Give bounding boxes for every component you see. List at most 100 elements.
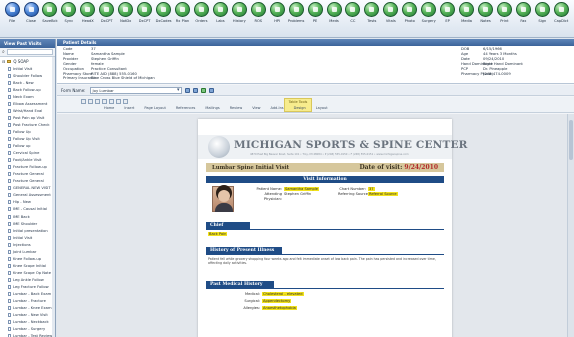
visit-list-item[interactable]: Lumbar - Surgery — [8, 326, 55, 333]
left-scrollbar[interactable] — [52, 57, 55, 337]
toolbar-button-21[interactable]: Photo — [401, 2, 419, 36]
visit-list-item[interactable]: Initial Visit — [8, 65, 55, 72]
visit-list-item[interactable]: Lumbar - Test Review — [8, 333, 55, 337]
sign-icon[interactable] — [534, 2, 550, 17]
photo-icon[interactable] — [402, 2, 418, 17]
note-icon[interactable] — [118, 2, 134, 17]
toolbar-button-17[interactable]: Meds — [325, 2, 343, 36]
toolbar-button-27[interactable]: Fax — [514, 2, 532, 36]
editor-tab[interactable]: Review — [230, 106, 243, 110]
problems-icon[interactable] — [288, 2, 304, 17]
visit-list-item[interactable]: Leg Ankle Follow — [8, 276, 55, 283]
editor-tab[interactable]: References — [176, 106, 195, 110]
vitals-icon[interactable] — [383, 2, 399, 17]
visit-list-item[interactable]: IME Shoulder — [8, 220, 55, 227]
toolbar-button-12[interactable]: History — [230, 2, 248, 36]
orders-icon[interactable] — [193, 2, 209, 17]
chart-number-value[interactable]: 37 — [368, 187, 375, 191]
visit-list-item[interactable]: Cervical Spine — [8, 150, 55, 157]
toolbar-button-24[interactable]: Media — [458, 2, 476, 36]
form-name-select[interactable]: Joy Lumbar — [89, 86, 182, 94]
visit-list-item[interactable]: Fracture Follow-up — [8, 164, 55, 171]
toolbar-button-19[interactable]: Tests — [363, 2, 381, 36]
visit-list-item[interactable]: Back Follow-up — [8, 86, 55, 93]
paste-icon[interactable] — [123, 99, 128, 104]
toolbar-button-20[interactable]: Vitals — [382, 2, 400, 36]
visit-list-item[interactable]: Shoulder Follow — [8, 72, 55, 79]
visit-list-item[interactable]: Knee Scope Initial — [8, 262, 55, 269]
toolbar-button-3[interactable]: Sync — [60, 2, 78, 36]
patient-name-value[interactable]: Samantha Sample — [284, 187, 319, 191]
editor-tab[interactable]: Insert — [124, 106, 134, 110]
allergies-value[interactable]: Anaesthetophobia — [262, 306, 297, 310]
tests-icon[interactable] — [364, 2, 380, 17]
editor-tab[interactable]: Mailings — [205, 106, 219, 110]
save-icon[interactable] — [81, 99, 86, 104]
attending-value[interactable]: Stephen Griffin — [284, 192, 311, 196]
visit-list-item[interactable]: Knee Scope Op Note — [8, 269, 55, 276]
collapse-icon[interactable]: ⊟ — [2, 59, 5, 64]
close-icon[interactable] — [23, 2, 39, 17]
toolbar-button-26[interactable]: Print — [495, 2, 513, 36]
cut-icon[interactable] — [109, 99, 114, 104]
surgical-value[interactable]: Appendectomy — [262, 299, 292, 303]
visit-list-item[interactable]: IME Back — [8, 213, 55, 220]
codes-icon[interactable] — [156, 2, 172, 17]
editor-tab[interactable]: Design — [294, 106, 306, 110]
copy-icon[interactable] — [116, 99, 121, 104]
visit-list-item[interactable]: Hip - New — [8, 199, 55, 206]
toolbar-button-9[interactable]: Rx Plan — [173, 2, 191, 36]
visit-list-item[interactable]: Injections — [8, 241, 55, 248]
editor-tab[interactable]: Layout — [316, 106, 328, 110]
search-input[interactable] — [6, 49, 53, 55]
save-back-icon[interactable] — [42, 2, 58, 17]
visit-list-item[interactable]: Follow up — [8, 143, 55, 150]
toolbar-button-0[interactable]: File — [3, 2, 21, 36]
toolbar-button-15[interactable]: Problems — [287, 2, 305, 36]
visit-list-item[interactable]: Post Fracture Check — [8, 121, 55, 128]
visit-list-item[interactable]: Initial Visit — [8, 234, 55, 241]
toolbar-button-10[interactable]: Orders — [192, 2, 210, 36]
visit-list-item[interactable]: Leg Fracture Follow — [8, 283, 55, 290]
file-icon[interactable] — [4, 2, 20, 17]
toolbar-button-6[interactable]: NotDx — [117, 2, 135, 36]
visit-list-item[interactable]: GENERAL NEW VISIT — [8, 185, 55, 192]
visit-list-item[interactable]: Fracture General — [8, 178, 55, 185]
hpi-icon[interactable] — [269, 2, 285, 17]
visit-list-item[interactable]: Joint Lumbar — [8, 248, 55, 255]
labs-icon[interactable] — [212, 2, 228, 17]
search-icon[interactable]: ⌕ — [2, 49, 5, 55]
toolbar-button-29[interactable]: CapDict — [552, 2, 570, 36]
print-icon[interactable] — [88, 99, 93, 104]
visit-list-item[interactable]: IME - Causal Initial — [8, 206, 55, 213]
hpi-text[interactable]: Patient fell while grocery shopping four… — [208, 257, 440, 265]
past-visits-search[interactable]: ⌕ — [0, 48, 55, 57]
redo-icon[interactable] — [102, 99, 107, 104]
sync-icon[interactable] — [61, 2, 77, 17]
toolbar-button-2[interactable]: SaveBck — [41, 2, 59, 36]
chief-complaint-text[interactable]: Back Pain — [208, 232, 228, 236]
toolbar-button-23[interactable]: EP — [439, 2, 457, 36]
editor-tab[interactable]: Home — [104, 106, 114, 110]
visit-list-item[interactable]: Wrist/Hand Eval — [8, 107, 55, 114]
visit-list-item[interactable]: Neck Exam — [8, 93, 55, 100]
dx-icon[interactable] — [99, 2, 115, 17]
notes-icon[interactable] — [478, 2, 493, 17]
settings-icon[interactable] — [208, 87, 214, 93]
visit-list-item[interactable]: General Assessment — [8, 192, 55, 199]
ros-icon[interactable] — [250, 2, 266, 17]
visit-list-item[interactable]: Initial presentation — [8, 227, 55, 234]
visit-list-item[interactable]: Post Pain op Visit — [8, 114, 55, 121]
visit-list-item[interactable]: Lumbar - Fracture — [8, 298, 55, 305]
cc-icon[interactable] — [345, 2, 361, 17]
pe-icon[interactable] — [307, 2, 323, 17]
media-icon[interactable] — [459, 2, 475, 17]
head-icon[interactable] — [80, 2, 96, 17]
toolbar-button-28[interactable]: Sign — [533, 2, 551, 36]
medical-value[interactable]: Cholesterol - elevated — [262, 292, 304, 296]
visit-list-item[interactable]: Elbow Assessment — [8, 100, 55, 107]
dictate-icon[interactable] — [553, 2, 569, 17]
editor-tab[interactable]: Page Layout — [144, 106, 165, 110]
visit-list-item[interactable]: Follow Up Visit — [8, 135, 55, 142]
toolbar-button-16[interactable]: PE — [306, 2, 324, 36]
